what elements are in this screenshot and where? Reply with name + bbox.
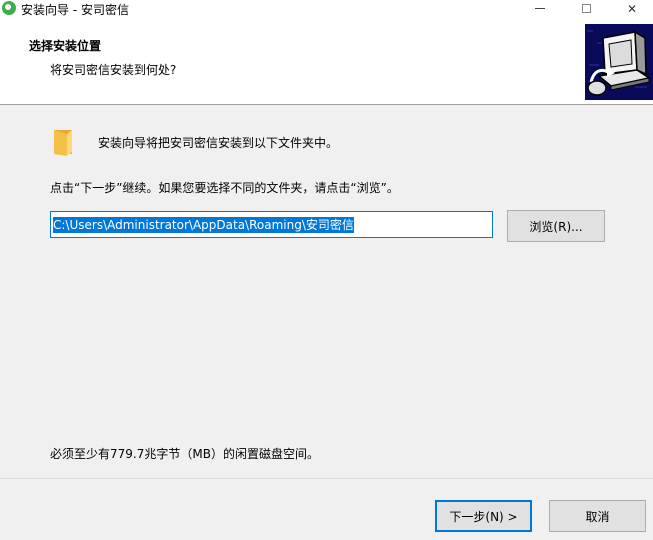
page-title: 选择安装位置: [29, 39, 102, 53]
setup-computer-icon: [585, 24, 653, 100]
install-path-value: C:\Users\Administrator\AppData\Roaming\安…: [53, 217, 354, 233]
close-icon: ✕: [626, 1, 638, 16]
footer-divider: [0, 478, 653, 479]
install-path-input[interactable]: C:\Users\Administrator\AppData\Roaming\安…: [50, 211, 493, 238]
title-bar: 安装向导 - 安司密信 ✕: [0, 0, 653, 17]
instruction-text: 点击“下一步”继续。如果您要选择不同的文件夹，请点击“浏览”。: [50, 181, 399, 195]
page-subtitle: 将安司密信安装到何处?: [50, 63, 177, 77]
browse-button[interactable]: 浏览(R)...: [507, 210, 605, 242]
app-icon: [2, 1, 16, 15]
maximize-button[interactable]: [563, 0, 609, 17]
minimize-button[interactable]: [517, 0, 563, 17]
intro-text: 安装向导将把安司密信安装到以下文件夹中。: [98, 136, 339, 150]
folder-icon: [53, 128, 74, 156]
cancel-button[interactable]: 取消: [549, 500, 646, 532]
minimize-icon: [535, 8, 545, 9]
close-button[interactable]: ✕: [609, 0, 653, 17]
window-title: 安装向导 - 安司密信: [21, 3, 129, 17]
maximize-icon: [581, 4, 591, 13]
wizard-header: 选择安装位置 将安司密信安装到何处?: [0, 17, 653, 105]
disk-space-text: 必须至少有779.7兆字节（MB）的闲置磁盘空间。: [50, 447, 319, 461]
next-button[interactable]: 下一步(N) >: [435, 500, 532, 532]
